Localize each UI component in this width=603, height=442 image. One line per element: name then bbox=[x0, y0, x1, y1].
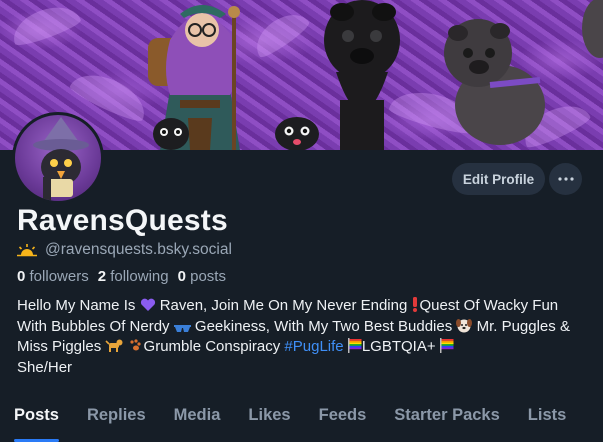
rainbow-flag-icon bbox=[347, 338, 362, 353]
following-stat[interactable]: 2 following bbox=[98, 268, 169, 285]
display-name: RavensQuests bbox=[17, 204, 228, 237]
bio-text: She/Her bbox=[17, 358, 73, 376]
bio-text: Raven, Join Me On My Never Ending bbox=[155, 297, 412, 314]
rainbow-flag-icon bbox=[439, 338, 454, 353]
pug-brindle-partial-photo bbox=[582, 0, 603, 58]
pug-brindle-photo bbox=[444, 19, 545, 145]
more-options-button[interactable] bbox=[549, 163, 582, 195]
following-count: 2 bbox=[97, 268, 107, 285]
edit-profile-button[interactable]: Edit Profile bbox=[452, 163, 545, 195]
followers-count: 0 bbox=[17, 268, 26, 285]
profile-tabs: Posts Replies Media Likes Feeds Starter … bbox=[0, 396, 603, 442]
followers-stat[interactable]: 0 followers bbox=[17, 268, 89, 285]
sun-icon bbox=[17, 244, 37, 257]
tab-starter-packs[interactable]: Starter Packs bbox=[380, 396, 514, 442]
bio-text: LGBTQIA+ bbox=[361, 338, 436, 355]
ellipsis-icon bbox=[557, 177, 574, 181]
posts-count: 0 bbox=[177, 268, 186, 285]
bio-text: Hello My Name Is bbox=[17, 297, 140, 314]
followers-label: followers bbox=[29, 268, 89, 285]
following-label: following bbox=[110, 268, 169, 285]
tab-lists[interactable]: Lists bbox=[514, 396, 581, 442]
tab-feeds[interactable]: Feeds bbox=[305, 396, 381, 442]
paw-prints-icon bbox=[129, 339, 141, 351]
profile-bio: Hello My Name Is Raven, Join Me On My Ne… bbox=[17, 296, 587, 378]
sunglasses-icon bbox=[173, 324, 191, 332]
tab-likes[interactable]: Likes bbox=[234, 396, 304, 442]
tab-posts[interactable]: Posts bbox=[0, 396, 73, 442]
tab-media[interactable]: Media bbox=[160, 396, 235, 442]
posts-label: posts bbox=[190, 268, 226, 285]
purple-heart-icon bbox=[140, 298, 155, 311]
raven-wizard-avatar-image bbox=[33, 117, 89, 201]
tab-replies[interactable]: Replies bbox=[73, 396, 160, 442]
dog-face-icon bbox=[456, 318, 473, 332]
posts-stat: 0 posts bbox=[178, 268, 226, 285]
edit-profile-label: Edit Profile bbox=[462, 171, 535, 187]
hashtag-puglife[interactable]: #PugLife bbox=[284, 338, 343, 355]
profile-avatar[interactable] bbox=[12, 112, 104, 204]
profile-stats: 0 followers 2 following 0 posts bbox=[17, 268, 226, 285]
pug-small-left-illustration bbox=[153, 118, 189, 150]
dog-icon bbox=[105, 339, 123, 352]
bio-text: Grumble Conspiracy bbox=[143, 338, 285, 355]
bio-text: Geekiness, With My Two Best Buddies bbox=[190, 317, 457, 335]
handle-row: @ravensquests.bsky.social bbox=[17, 241, 232, 259]
profile-handle: @ravensquests.bsky.social bbox=[45, 241, 232, 258]
pug-black-photo bbox=[324, 0, 400, 150]
